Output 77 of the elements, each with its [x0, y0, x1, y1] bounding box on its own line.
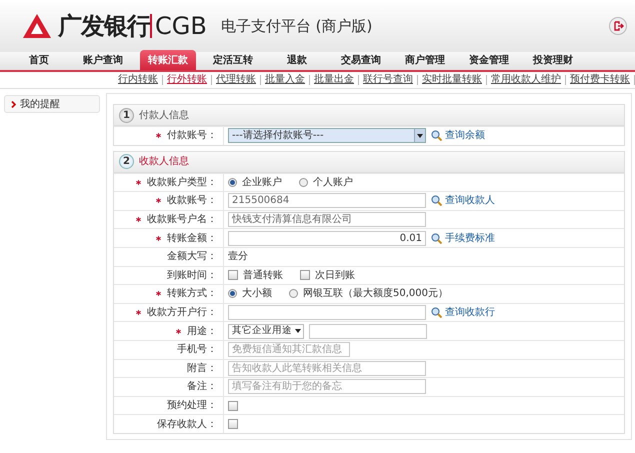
nav-tab[interactable]: 资金管理	[462, 50, 516, 70]
radio-button[interactable]	[299, 178, 308, 187]
nav-tab[interactable]: 首页	[12, 50, 66, 70]
input-field[interactable]: 告知收款人此笔转账相关信息	[228, 360, 426, 376]
logo-icon	[22, 13, 52, 39]
subnav-link[interactable]: 预付费卡转账	[566, 75, 635, 85]
field-label: 金额大写：	[167, 250, 217, 264]
nav-tab[interactable]: 退款	[270, 50, 324, 70]
input-field[interactable]: 215500684	[228, 193, 426, 208]
field-label: 附言：	[187, 362, 217, 376]
option-label: 网银互联（最大额度50,000元）	[303, 286, 448, 302]
input-field[interactable]	[228, 305, 426, 320]
field-label: 备注：	[187, 380, 217, 394]
field-label: 付款账号：	[167, 128, 217, 144]
field-label: 转账金额：	[167, 232, 217, 246]
subnav-link[interactable]: 行内转账	[114, 75, 163, 85]
radio-button[interactable]	[228, 178, 237, 187]
search-icon	[431, 195, 442, 206]
option-label: 普通转账	[243, 268, 283, 283]
checkbox[interactable]	[300, 270, 310, 280]
field-label: 收款账号户名：	[147, 212, 217, 228]
nav-tab[interactable]: 转账汇款	[140, 50, 196, 70]
radio-button[interactable]	[228, 289, 237, 298]
logout-icon[interactable]	[609, 17, 627, 35]
subnav-link[interactable]: 代理转账	[212, 75, 261, 85]
field-label: 收款方开户行：	[147, 306, 217, 320]
option-label: 企业账户	[242, 176, 282, 190]
input-field[interactable]	[309, 324, 427, 339]
subnav-link[interactable]: 常用收款人维护	[487, 75, 566, 85]
field-label: 手机号：	[177, 342, 217, 358]
option-label: 次日到账	[315, 268, 355, 283]
search-icon	[431, 232, 442, 244]
input-field[interactable]: 快钱支付清算信息有限公司	[228, 212, 426, 228]
section-title: 收款人信息	[139, 154, 189, 170]
option-label: 个人账户	[313, 176, 353, 190]
field-label: 预约处理：	[167, 398, 217, 414]
subnav-link[interactable]: 批量入金	[261, 75, 310, 85]
input-field[interactable]: 免费短信通知其汇款信息	[228, 342, 350, 358]
nav-tab[interactable]: 投资理财	[526, 50, 580, 70]
subnav-link[interactable]: 行外转账	[163, 75, 212, 85]
checkbox[interactable]	[228, 270, 238, 280]
checkbox[interactable]	[228, 400, 238, 411]
sidebar-item[interactable]: 我的提醒	[4, 95, 100, 113]
account-select[interactable]: ---请选择付款账号---	[228, 128, 426, 144]
search-icon	[431, 307, 442, 318]
section-title: 付款人信息	[139, 108, 189, 122]
radio-button[interactable]	[289, 289, 298, 298]
platform-title: 电子支付平台 (商户版)	[220, 16, 372, 37]
search-icon	[431, 130, 442, 142]
field-label: 收款账户类型：	[147, 176, 217, 190]
nav-tab[interactable]: 账户查询	[76, 50, 130, 70]
field-label: 用途：	[187, 324, 217, 339]
field-label: 到账时间：	[167, 268, 217, 283]
search-link[interactable]: 手续费标准	[431, 230, 495, 246]
search-link[interactable]: 查询收款人	[431, 193, 495, 208]
purpose-select[interactable]: 其它企业用途	[228, 324, 304, 339]
search-link[interactable]: 查询余额	[431, 128, 485, 144]
field-label: 转账方式：	[167, 286, 217, 302]
dropdown-icon	[414, 129, 425, 142]
nav-tab[interactable]: 交易查询	[334, 50, 388, 70]
checkbox[interactable]	[228, 419, 238, 430]
nav-tab[interactable]: 定活互转	[206, 50, 260, 70]
amount-text: 壹分	[228, 250, 248, 264]
field-label: 收款账号：	[167, 194, 217, 208]
input-field[interactable]: 填写备注有助于您的备忘	[228, 379, 426, 394]
bank-code: CGB	[150, 14, 207, 38]
bank-name: 广发银行	[58, 11, 150, 42]
search-link[interactable]: 查询收款行	[431, 305, 495, 320]
step-number: 2	[119, 154, 134, 170]
input-field[interactable]: 0.01	[228, 230, 426, 246]
field-label: 保存收款人：	[157, 418, 217, 432]
subnav-link[interactable]: 实时批量转账	[418, 75, 487, 85]
subnav-link[interactable]: 联行号查询	[359, 75, 418, 85]
option-label: 大小额	[242, 286, 272, 302]
subnav-link[interactable]: 批量出金	[310, 75, 359, 85]
step-number: 1	[119, 108, 134, 122]
nav-tab[interactable]: 商户管理	[398, 50, 452, 70]
